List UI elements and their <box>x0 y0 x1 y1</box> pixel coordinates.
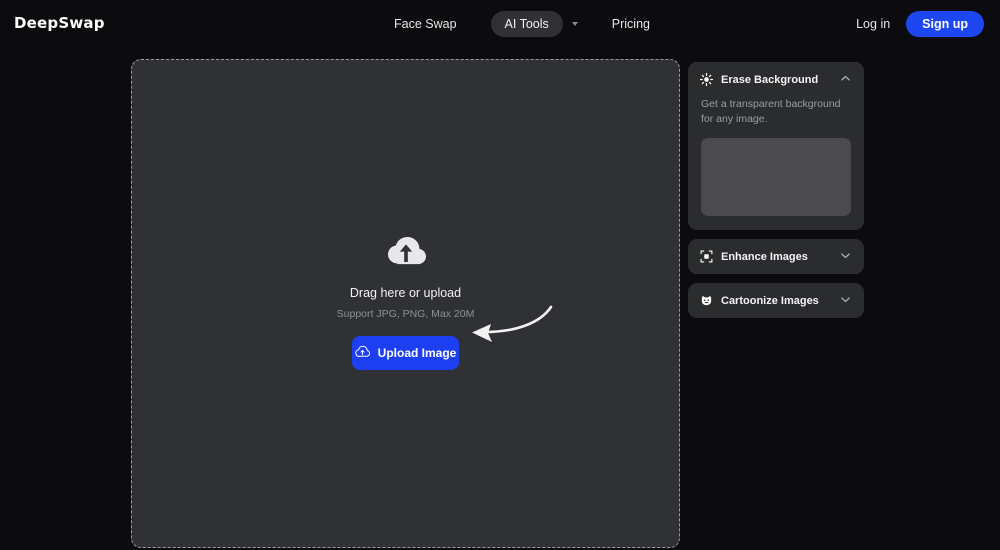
tool-card-enhance-images: Enhance Images <box>688 239 864 275</box>
nav-item-ai-tools[interactable]: AI Tools <box>490 11 563 37</box>
enhance-frame-icon <box>700 250 713 263</box>
tool-card-description: Get a transparent background for any ima… <box>701 98 841 126</box>
tool-card-title: Erase Background <box>721 73 819 86</box>
auth-actions: Log in Sign up <box>856 11 984 37</box>
nav-item-ai-tools-group: AI Tools <box>490 11 578 37</box>
main-navigation: Face Swap AI Tools Pricing <box>386 11 658 37</box>
image-dropzone[interactable]: Drag here or upload Support JPG, PNG, Ma… <box>131 59 680 548</box>
nav-item-pricing[interactable]: Pricing <box>604 11 658 37</box>
tool-preview-placeholder[interactable] <box>701 138 851 217</box>
tool-card-body-erase-background: Get a transparent background for any ima… <box>688 97 864 230</box>
tool-card-title: Enhance Images <box>721 250 808 263</box>
top-header: DeepSwap Face Swap AI Tools Pricing Log … <box>0 0 1000 47</box>
cartoon-face-icon <box>700 294 713 307</box>
login-link[interactable]: Log in <box>856 17 890 31</box>
chevron-down-icon[interactable] <box>840 248 851 266</box>
brand-logo[interactable]: DeepSwap <box>14 14 105 32</box>
chevron-up-icon[interactable] <box>840 71 851 89</box>
dropzone-title: Drag here or upload <box>349 286 462 300</box>
chevron-down-icon[interactable] <box>571 22 578 26</box>
sparkle-burst-icon <box>700 73 713 86</box>
cloud-upload-icon <box>386 235 426 272</box>
upload-image-button-label: Upload Image <box>377 346 457 360</box>
tool-card-erase-background: Erase Background Get a transparent backg… <box>688 62 864 231</box>
tool-card-header-erase-background[interactable]: Erase Background <box>688 62 864 97</box>
dropzone-content: Drag here or upload Support JPG, PNG, Ma… <box>132 235 679 370</box>
dropzone-subtitle: Support JPG, PNG, Max 20M <box>336 308 475 320</box>
tools-panel: Erase Background Get a transparent backg… <box>688 62 864 327</box>
tool-card-title: Cartoonize Images <box>721 294 819 307</box>
tool-card-header-enhance-images[interactable]: Enhance Images <box>688 239 864 274</box>
tool-card-cartoonize-images: Cartoonize Images <box>688 283 864 319</box>
chevron-down-icon[interactable] <box>840 292 851 310</box>
nav-item-face-swap[interactable]: Face Swap <box>386 11 465 37</box>
tool-card-header-cartoonize-images[interactable]: Cartoonize Images <box>688 283 864 318</box>
upload-image-button[interactable]: Upload Image <box>352 336 459 370</box>
signup-button[interactable]: Sign up <box>906 11 984 37</box>
cloud-upload-icon <box>354 345 370 361</box>
